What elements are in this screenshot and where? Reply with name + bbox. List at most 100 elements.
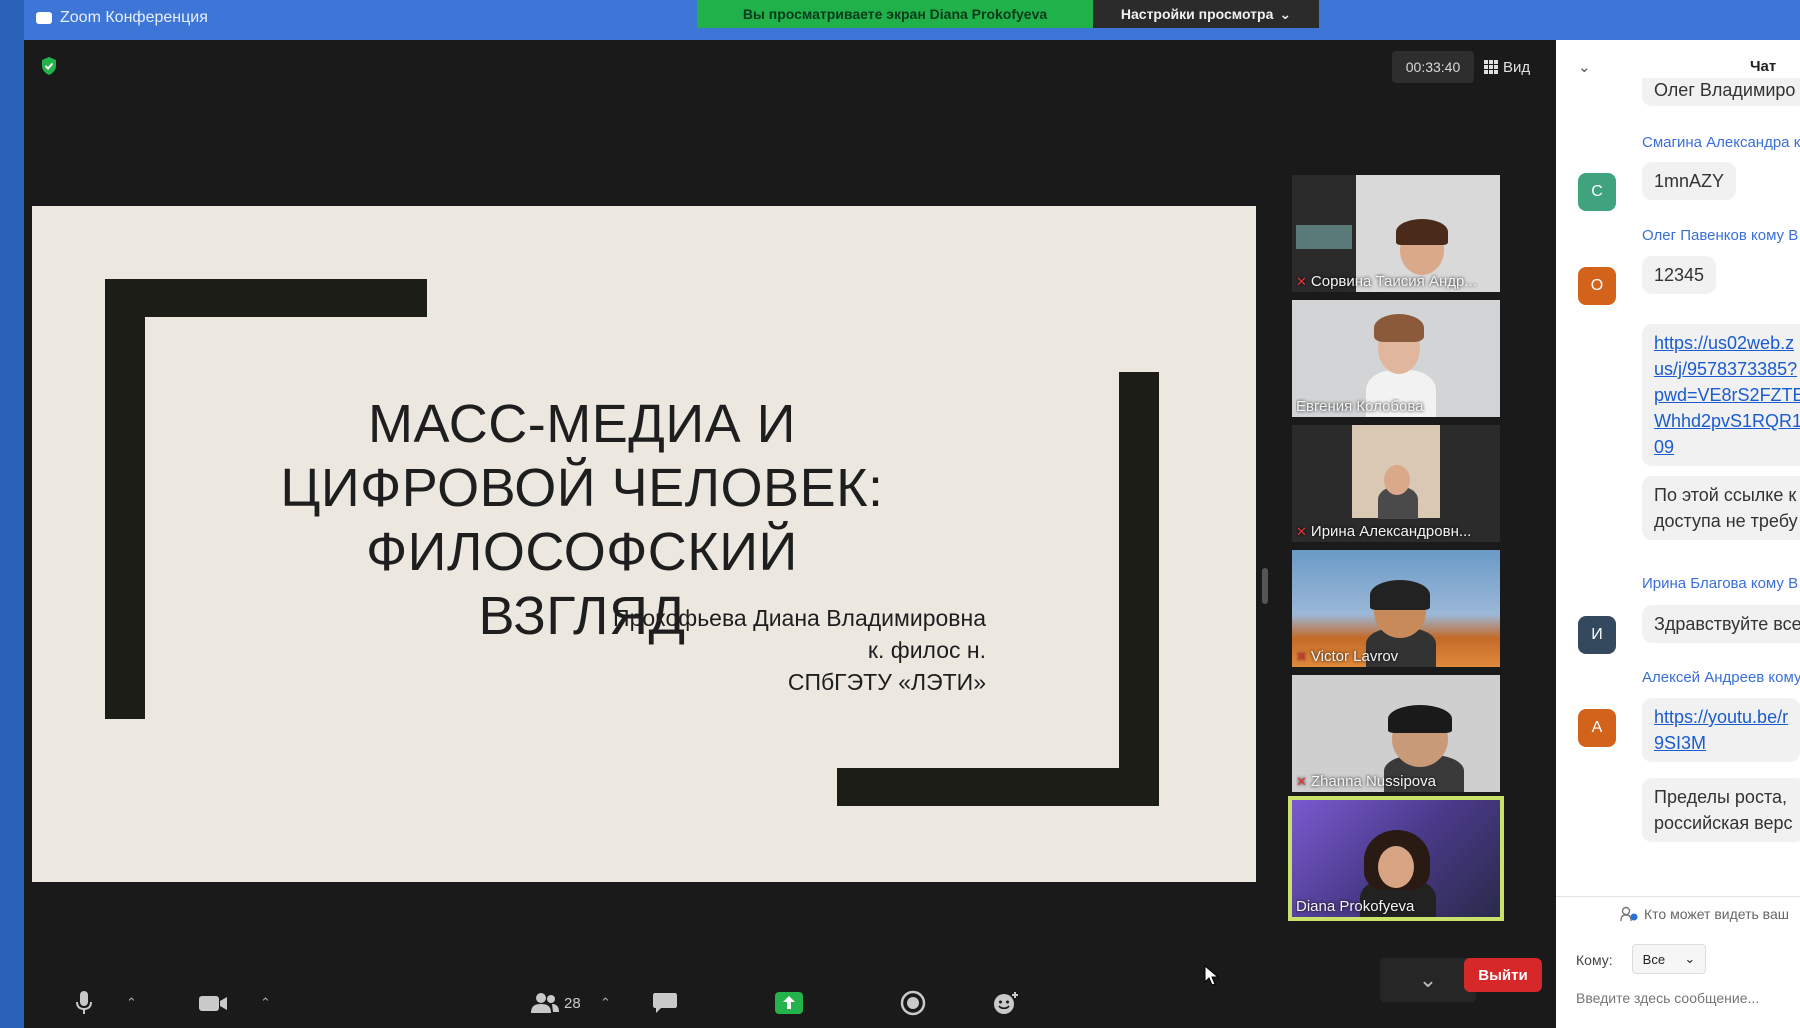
chat-message: Пределы роста, российская верс [1642,778,1800,842]
view-settings-button[interactable]: Настройки просмотра ⌄ [1093,0,1319,28]
chat-link[interactable]: Whhd2pvS1RQR1 [1654,411,1800,431]
slide-author-block: Прокофьева Диана Владимировна к. филос н… [452,602,986,698]
view-button[interactable]: Вид [1484,51,1530,83]
view-settings-label: Настройки просмотра [1120,6,1274,22]
chat-message-text: Олег Владимиро [1654,80,1796,100]
chat-sender[interactable]: Ирина Благова кому В [1642,575,1798,592]
shared-slide: МАСС-МЕДИА И ЦИФРОВОЙ ЧЕЛОВЕК: ФИЛОСОФСК… [32,206,1256,882]
chat-sender[interactable]: Олег Павенков кому В [1642,227,1798,244]
participants-count: 28 [564,994,581,1012]
slide-author-org: СПбГЭТУ «ЛЭТИ» [787,669,986,695]
participant-name-text: Victor Lavrov [1310,648,1399,665]
avatar: О [1578,267,1616,305]
avatar: И [1578,616,1616,654]
chat-link[interactable]: 09 [1654,437,1674,457]
chat-bubble-icon [653,993,677,1013]
chat-message-text: 1mnAZY [1654,171,1725,191]
slide-bracket-top [105,279,427,317]
participants-button[interactable]: 28 [530,978,581,1028]
chat-sender[interactable]: Смагина Александра к [1642,134,1800,151]
chevron-down-icon: ⌄ [1684,951,1696,966]
chat-message-text: Здравствуйте все [1654,614,1800,634]
chat-message-text: доступа не требу [1654,511,1798,531]
shield-check-icon[interactable] [40,56,58,76]
chat-message-link: https://youtu.be/r 9SI3M [1642,698,1800,762]
chat-message-text: Пределы роста, [1654,787,1787,807]
panel-resize-handle[interactable] [1262,568,1268,604]
slide-author-name: Прокофьева Диана Владимировна [613,605,986,631]
mute-button[interactable] [74,978,94,1028]
slide-bracket-bottom [837,768,1159,806]
participant-tile[interactable]: ✕ Victor Lavrov [1292,550,1500,667]
chat-message: 12345 [1642,256,1717,294]
participant-tile[interactable]: ✕ Ирина Александровн... [1292,425,1500,542]
slide-bracket-right [1119,372,1159,806]
app-title-text: Zoom Конференция [60,9,208,26]
zoom-logo-icon [36,12,52,24]
record-button[interactable] [900,978,926,1028]
chat-message-text: 12345 [1654,265,1705,285]
chat-link[interactable]: https://youtu.be/r [1654,707,1788,727]
app-title: Zoom Конференция [36,9,208,27]
participants-options-caret[interactable]: ⌃ [600,978,611,1028]
chat-message-link: https://us02web.z us/j/9578373385? pwd=V… [1642,324,1800,466]
chat-message: Олег Владимиро [1642,78,1800,106]
who-can-see-text: Кто может видеть ваш [1644,906,1789,922]
leave-meeting-button[interactable]: Выйти [1464,958,1542,992]
participant-name-text: Diana Prokofyeva [1296,898,1415,915]
chat-link[interactable]: us/j/9578373385? [1654,359,1797,379]
record-icon [900,990,926,1016]
mic-muted-icon: ✕ [1296,773,1307,789]
mic-muted-icon: ✕ [1296,523,1307,539]
participant-video [1384,465,1410,495]
participant-name: ✕ Сорвина Таисия Андр... [1296,273,1496,290]
emoji-reaction-icon [994,992,1018,1014]
chat-message-text: российская верс [1654,813,1793,833]
video-button[interactable] [198,978,228,1028]
microphone-icon [76,991,92,1014]
recipient-value: Все [1642,951,1666,967]
slide-title-line: МАСС-МЕДИА И [367,394,796,454]
chat-link[interactable]: https://us02web.z [1654,333,1794,353]
view-button-label: Вид [1503,58,1531,76]
chat-message: 1mnAZY [1642,162,1737,200]
chevron-down-icon: ⌄ [1279,5,1292,22]
audio-options-caret[interactable]: ⌃ [126,978,137,1028]
grid-icon [1484,60,1498,74]
chat-message-text: По этой ссылке к [1654,485,1797,505]
chat-button[interactable] [652,978,678,1028]
screen-share-banner: Вы просматриваете экран Diana Prokofyeva [697,0,1093,28]
meeting-area: 00:33:40 Вид МАСС-МЕДИА И ЦИФРОВОЙ ЧЕЛОВ… [24,40,1556,1028]
chevron-down-icon[interactable]: ⌄ [1578,58,1591,76]
who-can-see-messages[interactable]: Кто может видеть ваш [1620,906,1789,922]
avatar: А [1578,709,1616,747]
reactions-button[interactable] [992,978,1020,1028]
participant-name-text: Zhanna Nussipova [1310,773,1436,790]
participant-name-text: Евгения Колобова [1296,398,1424,415]
chevron-up-icon: ⌃ [126,995,137,1010]
chat-sender[interactable]: Алексей Андреев кому [1642,669,1800,686]
chat-link[interactable]: pwd=VE8rS2FZTE [1654,385,1800,405]
share-screen-button[interactable] [774,978,804,1028]
slide-bracket-left [105,279,145,719]
participant-name: Diana Prokofyeva [1296,898,1496,915]
participant-tile-active-speaker[interactable]: Diana Prokofyeva [1288,796,1504,921]
video-camera-icon [199,996,227,1011]
desktop-strip [0,0,24,1028]
slide-title-line: ЦИФРОВОЙ ЧЕЛОВЕК: [280,458,884,518]
chevron-up-icon: ⌃ [600,995,611,1010]
video-options-caret[interactable]: ⌃ [260,978,271,1028]
participant-tile[interactable]: ✕ Zhanna Nussipova [1292,675,1500,792]
share-screen-icon [775,992,803,1014]
chat-title: Чат [1750,58,1777,75]
chat-message-input[interactable] [1576,990,1796,1006]
participant-name-text: Ирина Александровн... [1310,523,1472,540]
chat-message: Здравствуйте все [1642,605,1800,643]
participant-tile[interactable]: Евгения Колобова [1292,300,1500,417]
chat-link[interactable]: 9SI3M [1654,733,1706,753]
participants-icon [531,993,559,1013]
chat-panel: ⌄ Чат Олег Владимиро Смагина Александра … [1556,40,1800,1028]
meeting-toolbar: ⌃ ⌃ 28 ⌃ [24,978,1556,1028]
recipient-select[interactable]: Все ⌄ [1632,944,1706,974]
participant-tile[interactable]: ✕ Сорвина Таисия Андр... [1292,175,1500,292]
